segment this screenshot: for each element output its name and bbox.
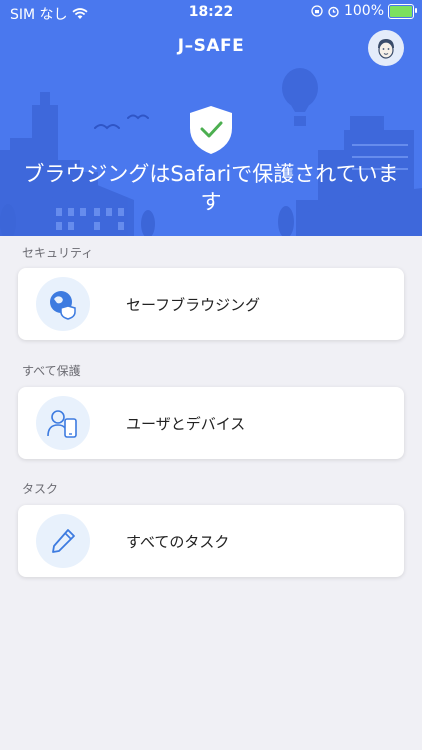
- status-bar: SIM なし 18:22 100%: [0, 0, 422, 24]
- alarm-icon: [328, 6, 339, 17]
- safe-browsing-label: セーフブラウジング: [126, 295, 261, 314]
- hero-banner: SIM なし 18:22 100% J–SAFE ブラウジングはSafariで保…: [0, 0, 422, 236]
- all-tasks-card[interactable]: すべてのタスク: [18, 505, 404, 577]
- section-title-tasks: タスク: [22, 482, 59, 496]
- icon-circle: [36, 396, 90, 450]
- section-title-security: セキュリティ: [22, 246, 94, 260]
- safe-browsing-card[interactable]: セーフブラウジング: [18, 268, 404, 340]
- globe-shield-icon: [50, 291, 76, 320]
- icon-circle: [36, 277, 90, 331]
- battery-level-fill: [390, 5, 412, 17]
- shield-check-icon: [190, 106, 232, 154]
- user-device-icon: [47, 410, 77, 438]
- users-devices-card[interactable]: ユーザとデバイス: [18, 387, 404, 459]
- app-title: J–SAFE: [177, 36, 245, 56]
- protection-status-message: ブラウジングはSafariで保護されています: [23, 162, 399, 214]
- icon-circle: [36, 514, 90, 568]
- pencil-icon: [52, 529, 75, 553]
- users-devices-label: ユーザとデバイス: [126, 414, 246, 433]
- battery-percent: 100%: [343, 3, 384, 19]
- orientation-lock-icon: [311, 5, 323, 17]
- battery-icon: [388, 3, 417, 19]
- section-title-all-protection: すべて保護: [22, 364, 81, 378]
- avatar-face-icon: [378, 39, 394, 59]
- all-tasks-label: すべてのタスク: [126, 532, 230, 551]
- avatar-button[interactable]: [368, 30, 404, 66]
